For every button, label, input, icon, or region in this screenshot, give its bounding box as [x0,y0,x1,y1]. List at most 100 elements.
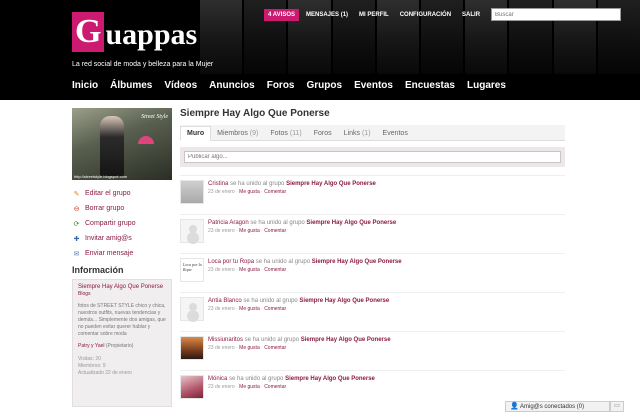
tab-label: Miembros [217,130,248,137]
online-friends-label: Amig@s conectados (0) [520,403,585,410]
tab-foros[interactable]: Foros [308,127,338,140]
info-category[interactable]: Blogs [78,291,166,298]
like-link[interactable]: Me gusta [239,228,260,234]
messages-link[interactable]: MENSAJES (1) [302,9,352,21]
tab-label: Muro [187,130,205,137]
feed-group-link[interactable]: Siempre Hay Algo Que Ponerse [312,259,402,265]
settings-link[interactable]: CONFIGURACIÓN [396,9,455,21]
chat-bubble-icon: ▭ [614,403,620,409]
post-input[interactable] [184,151,561,163]
feed-item: Cristina se ha unido al grupo Siempre Ha… [180,175,565,214]
feed-item-meta: 23 de enero · Me gusta · Comentar [208,306,287,312]
tab-fotos[interactable]: Fotos (11) [264,127,307,140]
feed-item-meta: 23 de enero · Me gusta · Comentar [208,189,287,195]
like-link[interactable]: Me gusta [239,384,260,390]
site-tagline: La red social de moda y belleza para la … [72,61,214,68]
share-group-button[interactable]: ⟳ Compartir grupo [72,216,172,231]
comment-link[interactable]: Comentar [264,306,286,312]
like-link[interactable]: Me gusta [239,189,260,195]
info-visits: Visitas: 20 [78,356,101,362]
info-owner-role: (Propietario) [105,343,134,349]
group-info-box: Siempre Hay Algo Que Ponerse Blogs fotos… [72,279,172,407]
feed-item-line: Mónica se ha unido al grupo Siempre Hay … [208,375,375,383]
tab-miembros[interactable]: Miembros (9) [211,127,264,140]
feed-date: 23 de enero [208,345,235,351]
info-owner[interactable]: Patry y Yael [78,343,105,349]
share-group-label: Compartir grupo [85,220,136,227]
feed-user-link[interactable]: Missiunaritos [208,337,243,343]
search-input[interactable] [491,8,622,21]
feed-item: Patricia Aragon se ha unido al grupo Sie… [180,214,565,253]
feed-group-link[interactable]: Siempre Hay Algo Que Ponerse [299,298,389,304]
user-avatar[interactable] [180,375,204,399]
site-header: G uappas La red social de moda y belleza… [0,0,640,100]
nav-grupos[interactable]: Grupos [307,80,343,91]
feed-group-link[interactable]: Siempre Hay Algo Que Ponerse [306,220,396,226]
post-box [180,147,565,167]
feed-user-link[interactable]: Loca por tu Ropa [208,259,254,265]
online-friends-bar[interactable]: 👤 Amig@s conectados (0) [505,401,610,412]
my-profile-link[interactable]: MI PERFIL [355,9,393,21]
delete-group-label: Borrar grupo [85,205,125,212]
user-avatar[interactable] [180,180,204,204]
notifications-link[interactable]: 4 AVISOS [264,8,300,21]
like-link[interactable]: Me gusta [239,345,260,351]
feed-user-link[interactable]: Antia Blanco [208,298,242,304]
mail-icon: ✉ [73,250,80,258]
like-link[interactable]: Me gusta [239,267,260,273]
tab-label: Fotos [270,130,288,137]
nav-anuncios[interactable]: Anuncios [209,80,255,91]
nav-albumes[interactable]: Álbumes [110,80,152,91]
tab-count: (9) [249,130,259,137]
comment-link[interactable]: Comentar [264,189,286,195]
nav-foros[interactable]: Foros [267,80,295,91]
delete-group-button[interactable]: ⊖ Borrar grupo [72,201,172,216]
feed-group-link[interactable]: Siempre Hay Algo Que Ponerse [285,376,375,382]
nav-videos[interactable]: Vídeos [164,80,197,91]
site-logo[interactable]: G uappas [72,10,197,52]
feed-user-link[interactable]: Cristina [208,181,228,187]
feed-item-line: Cristina se ha unido al grupo Siempre Ha… [208,180,376,188]
like-link[interactable]: Me gusta [239,306,260,312]
logout-link[interactable]: SALIR [458,9,484,21]
feed-date: 23 de enero [208,189,235,195]
feed-group-link[interactable]: Siempre Hay Algo Que Ponerse [301,337,391,343]
edit-group-button[interactable]: ✎ Editar el grupo [72,186,172,201]
feed-item-text: Loca por tu Ropa se ha unido al grupo Si… [208,258,402,292]
info-owner-line: Patry y Yael (Propietario) [78,343,166,350]
feed-user-link[interactable]: Patricia Aragon [208,220,249,226]
tab-count: (11) [289,130,302,137]
tab-label: Links [343,130,361,137]
nav-encuestas[interactable]: Encuestas [405,80,455,91]
group-image-caption: http://streetstyle.blogspot.com [74,174,128,179]
chat-toggle-button[interactable]: ▭ [610,401,624,412]
user-avatar[interactable] [180,219,204,243]
nav-lugares[interactable]: Lugares [467,80,506,91]
comment-link[interactable]: Comentar [264,345,286,351]
nav-eventos[interactable]: Eventos [354,80,393,91]
comment-link[interactable]: Comentar [264,384,286,390]
user-avatar[interactable] [180,258,204,282]
tab-links[interactable]: Links (1) [338,127,377,140]
comment-link[interactable]: Comentar [264,267,286,273]
feed-item-line: Antia Blanco se ha unido al grupo Siempr… [208,297,389,305]
invite-friends-button[interactable]: ✚ Invitar amig@s [72,231,172,246]
user-avatar[interactable] [180,336,204,360]
feed-group-link[interactable]: Siempre Hay Algo Que Ponerse [286,181,376,187]
nav-inicio[interactable]: Inicio [72,80,98,91]
tab-muro[interactable]: Muro [180,126,212,141]
feed-user-link[interactable]: Mónica [208,376,227,382]
user-avatar[interactable] [180,297,204,321]
send-message-button[interactable]: ✉ Enviar mensaje [72,246,172,261]
info-stats: Visitas: 20 Miembros: 9 Actualizado 22 d… [78,356,166,377]
group-tabs: Muro Miembros (9) Fotos (11) Foros Links… [180,125,565,141]
feed-item-line: Loca por tu Ropa se ha unido al grupo Si… [208,258,402,266]
info-group-name: Siempre Hay Algo Que Ponerse [78,284,164,290]
comment-link[interactable]: Comentar [264,228,286,234]
feed-item: Antia Blanco se ha unido al grupo Siempr… [180,292,565,331]
feed-date: 23 de enero [208,384,235,390]
feed-date: 23 de enero [208,267,235,273]
tab-eventos[interactable]: Eventos [377,127,414,140]
group-image-tag: Street Style [141,114,168,120]
group-image[interactable]: Street Style http://streetstyle.blogspot… [72,108,172,180]
